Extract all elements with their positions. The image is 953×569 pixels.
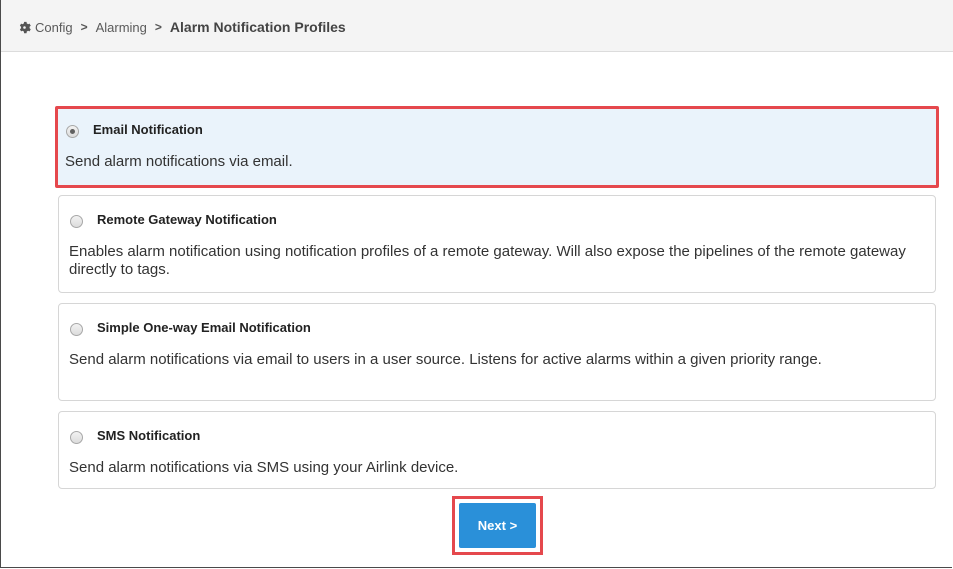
radio-email-notification[interactable] — [66, 125, 79, 138]
option-title: Email Notification — [93, 122, 203, 137]
breadcrumb-alarming[interactable]: Alarming — [96, 20, 147, 35]
option-remote-gateway-notification[interactable]: Remote Gateway Notification Enables alar… — [58, 195, 936, 293]
breadcrumb-config[interactable]: Config — [35, 20, 73, 35]
option-description: Send alarm notifications via email. — [65, 153, 293, 170]
radio-sms-notification[interactable] — [70, 431, 83, 444]
option-title: Remote Gateway Notification — [97, 212, 277, 227]
option-description: Send alarm notifications via SMS using y… — [69, 459, 459, 476]
radio-simple-one-way-email-notification[interactable] — [70, 323, 83, 336]
option-email-notification[interactable]: Email Notification Send alarm notificati… — [55, 106, 939, 188]
page-title: Alarm Notification Profiles — [169, 19, 346, 35]
option-description: Enables alarm notification using notific… — [69, 243, 906, 278]
breadcrumb: Config > Alarming > Alarm Notification P… — [18, 19, 346, 35]
option-simple-one-way-email-notification[interactable]: Simple One-way Email Notification Send a… — [58, 303, 936, 401]
breadcrumb-separator: > — [80, 20, 88, 34]
next-button[interactable]: Next > — [459, 503, 536, 548]
option-sms-notification[interactable]: SMS Notification Send alarm notification… — [58, 411, 936, 489]
top-bar: Config > Alarming > Alarm Notification P… — [1, 0, 953, 52]
breadcrumb-separator: > — [154, 20, 162, 34]
radio-remote-gateway-notification[interactable] — [70, 215, 83, 228]
option-description: Send alarm notifications via email to us… — [69, 351, 822, 368]
gear-icon — [19, 21, 31, 33]
option-title: Simple One-way Email Notification — [97, 320, 311, 335]
option-title: SMS Notification — [97, 428, 201, 443]
next-button-highlight: Next > — [452, 496, 543, 555]
